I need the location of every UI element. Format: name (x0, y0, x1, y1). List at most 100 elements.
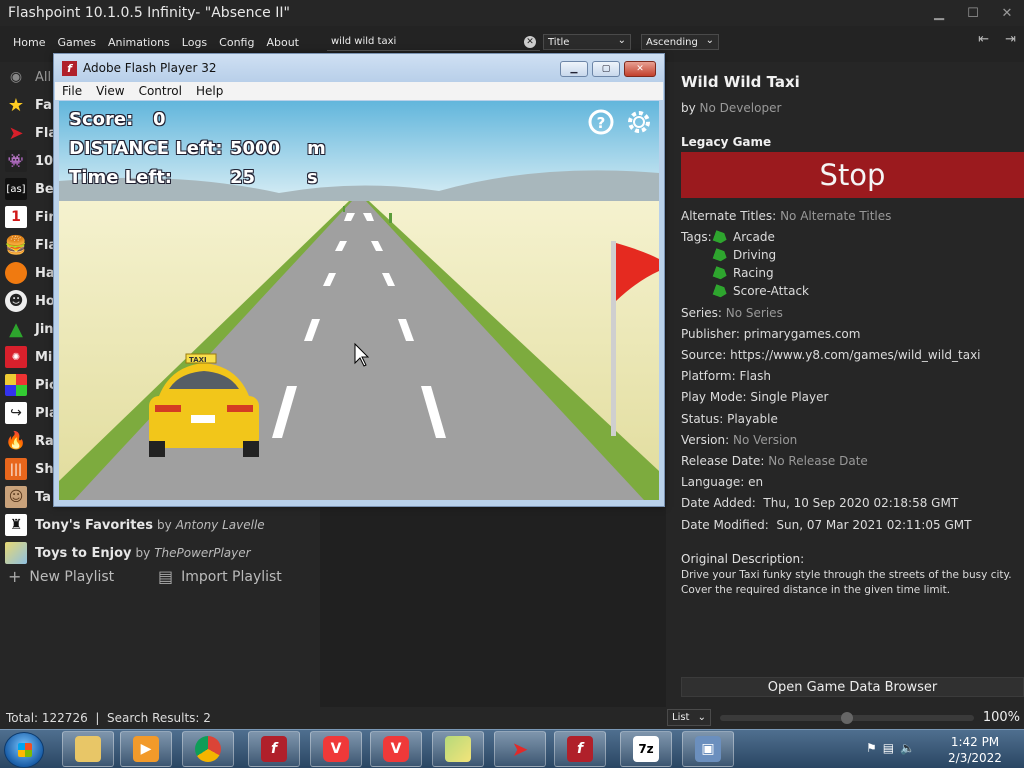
publisher-field: Publisher: primarygames.com (681, 327, 860, 341)
taskbar-notes[interactable] (432, 731, 484, 767)
tag-icon (713, 230, 729, 245)
series-field: Series: No Series (681, 306, 783, 320)
search-input[interactable]: wild wild taxi ✕ (327, 33, 540, 51)
field-value: No Alternate Titles (780, 209, 892, 223)
developer-line: by No Developer (681, 101, 781, 115)
clear-search-icon[interactable]: ✕ (524, 36, 536, 48)
sort-order-select[interactable]: Ascending ⌄ (641, 34, 719, 50)
taskbar-media-player[interactable]: ▶ (120, 731, 172, 767)
alternate-titles-field: Alternate Titles: No Alternate Titles (681, 209, 891, 223)
stop-button[interactable]: Stop (681, 152, 1024, 198)
pixel-icon (5, 374, 27, 396)
volume-icon[interactable]: 🔈 (900, 741, 915, 755)
field-value: No Series (725, 306, 783, 320)
menu-logs[interactable]: Logs (176, 36, 213, 49)
playlist-label: 10 (35, 153, 54, 169)
flash-menu-file[interactable]: File (55, 84, 89, 98)
score-value: 0 (153, 109, 166, 130)
chrome-icon (195, 736, 221, 762)
zoom-slider[interactable] (720, 712, 974, 724)
zoom-slider-handle[interactable] (841, 712, 853, 724)
new-playlist-button[interactable]: + New Playlist (8, 567, 114, 586)
sort-field-select[interactable]: Title ⌄ (543, 34, 631, 50)
menu-config[interactable]: Config (213, 36, 260, 49)
tag-item[interactable]: Racing (714, 266, 774, 280)
menu-animations[interactable]: Animations (102, 36, 176, 49)
open-game-data-browser-button[interactable]: Open Game Data Browser (681, 677, 1024, 697)
playlist-item[interactable]: ||| Sh (0, 455, 54, 483)
action-center-icon[interactable]: ⚑ (866, 741, 877, 755)
playlist-item[interactable]: 1 Fir (0, 203, 55, 231)
playlist-item[interactable]: ➤ Fla (0, 119, 57, 147)
maximize-button[interactable]: ☐ (956, 0, 990, 26)
collapse-right-icon[interactable]: ⇥ (1005, 32, 1016, 47)
playlist-item[interactable]: ☺ Ta (0, 483, 51, 511)
taskbar-vivaldi[interactable]: V (310, 731, 362, 767)
menu-home[interactable]: Home (0, 36, 51, 49)
playlist-item[interactable]: ▲ Jin (0, 315, 53, 343)
playlist-item[interactable]: ✺ Mi (0, 343, 52, 371)
playlist-item[interactable]: 🔥 Ra (0, 427, 53, 455)
tag-icon (713, 266, 729, 281)
soundwave-icon: ||| (5, 458, 27, 480)
panel-toggles: ⇤ ⇥ (978, 32, 1016, 47)
playlist-label: All (35, 69, 52, 85)
taskbar-chrome[interactable] (182, 731, 234, 767)
flash-minimize-button[interactable]: ▁ (560, 61, 588, 77)
media-player-icon: ▶ (133, 736, 159, 762)
playlist-item[interactable]: Pic (0, 371, 57, 399)
playlist-all[interactable]: ◉ All (0, 63, 51, 91)
playlist-item[interactable]: ☻ Ho (0, 287, 55, 315)
flash-menu-control[interactable]: Control (132, 84, 189, 98)
7zip-icon: 7z (633, 736, 659, 762)
taskbar-network[interactable]: ▣ (682, 731, 734, 767)
flash-menu-help[interactable]: Help (189, 84, 230, 98)
clock[interactable]: 1:42 PM 2/3/2022 (940, 734, 1010, 766)
network-icon[interactable]: ▤ (883, 741, 894, 755)
playlist-item[interactable]: 👾 10 (0, 147, 53, 175)
tag-item[interactable]: Arcade (714, 230, 775, 244)
taskbar-explorer[interactable] (62, 731, 114, 767)
taskbar-7zip[interactable]: 7z (620, 731, 672, 767)
minimize-button[interactable]: ▁ (922, 0, 956, 26)
taxi-sign: TAXI (189, 356, 207, 364)
chevron-down-icon: ⌄ (697, 712, 706, 723)
taskbar-flash-player[interactable]: f (554, 731, 606, 767)
playlist-item[interactable]: 🍔 Fla (0, 231, 57, 259)
playlist-item[interactable]: ★ Fa (0, 91, 52, 119)
field-label: Date Added: (681, 496, 756, 510)
playlist-item[interactable]: ↪ Pla (0, 399, 58, 427)
field-value: Sun, 07 Mar 2021 02:11:05 GMT (776, 518, 972, 532)
playlist-item[interactable]: [as] Be (0, 175, 54, 203)
view-mode-select[interactable]: List ⌄ (667, 709, 711, 726)
menu-about[interactable]: About (260, 36, 305, 49)
flash-maximize-button[interactable]: ▢ (592, 61, 620, 77)
tag-item[interactable]: Driving (714, 248, 776, 262)
taskbar-flash[interactable]: f (248, 731, 300, 767)
menu-games[interactable]: Games (51, 36, 101, 49)
import-playlist-button[interactable]: ▤ Import Playlist (158, 567, 282, 586)
flash-menu-view[interactable]: View (89, 84, 131, 98)
flash-title-bar: f Adobe Flash Player 32 ▁ ▢ ✕ (54, 54, 664, 82)
taskbar-vivaldi-2[interactable]: V (370, 731, 422, 767)
cactus (389, 213, 392, 223)
playlist-item[interactable]: Ha (0, 259, 55, 287)
taskbar-flashpoint[interactable]: ➤ (494, 731, 546, 767)
release-date-field: Release Date: No Release Date (681, 454, 868, 468)
playlist-item[interactable]: Toys to Enjoy by ThePowerPlayer (0, 539, 251, 567)
cactus (343, 206, 345, 212)
developer-value: No Developer (699, 101, 782, 115)
playlist-item[interactable]: ♜ Tony's Favorites by Antony Lavelle (0, 511, 265, 539)
game-stage[interactable]: ? Score: 0 DISTANCE Left: 5000 m Time Le… (59, 101, 659, 500)
menu-bar: Home Games Animations Logs Config About … (0, 30, 1024, 54)
close-button[interactable]: ✕ (990, 0, 1024, 26)
start-button[interactable] (4, 732, 44, 768)
flash-close-button[interactable]: ✕ (624, 61, 656, 77)
tag-item[interactable]: Score-Attack (714, 284, 809, 298)
time-value: 25 (230, 167, 256, 188)
collapse-left-icon[interactable]: ⇤ (978, 32, 989, 47)
score-label: Score: (69, 109, 134, 130)
game-logo-icon: ✺ (5, 346, 27, 368)
vivaldi-icon: V (323, 736, 349, 762)
playlist-label: Mi (35, 349, 53, 365)
